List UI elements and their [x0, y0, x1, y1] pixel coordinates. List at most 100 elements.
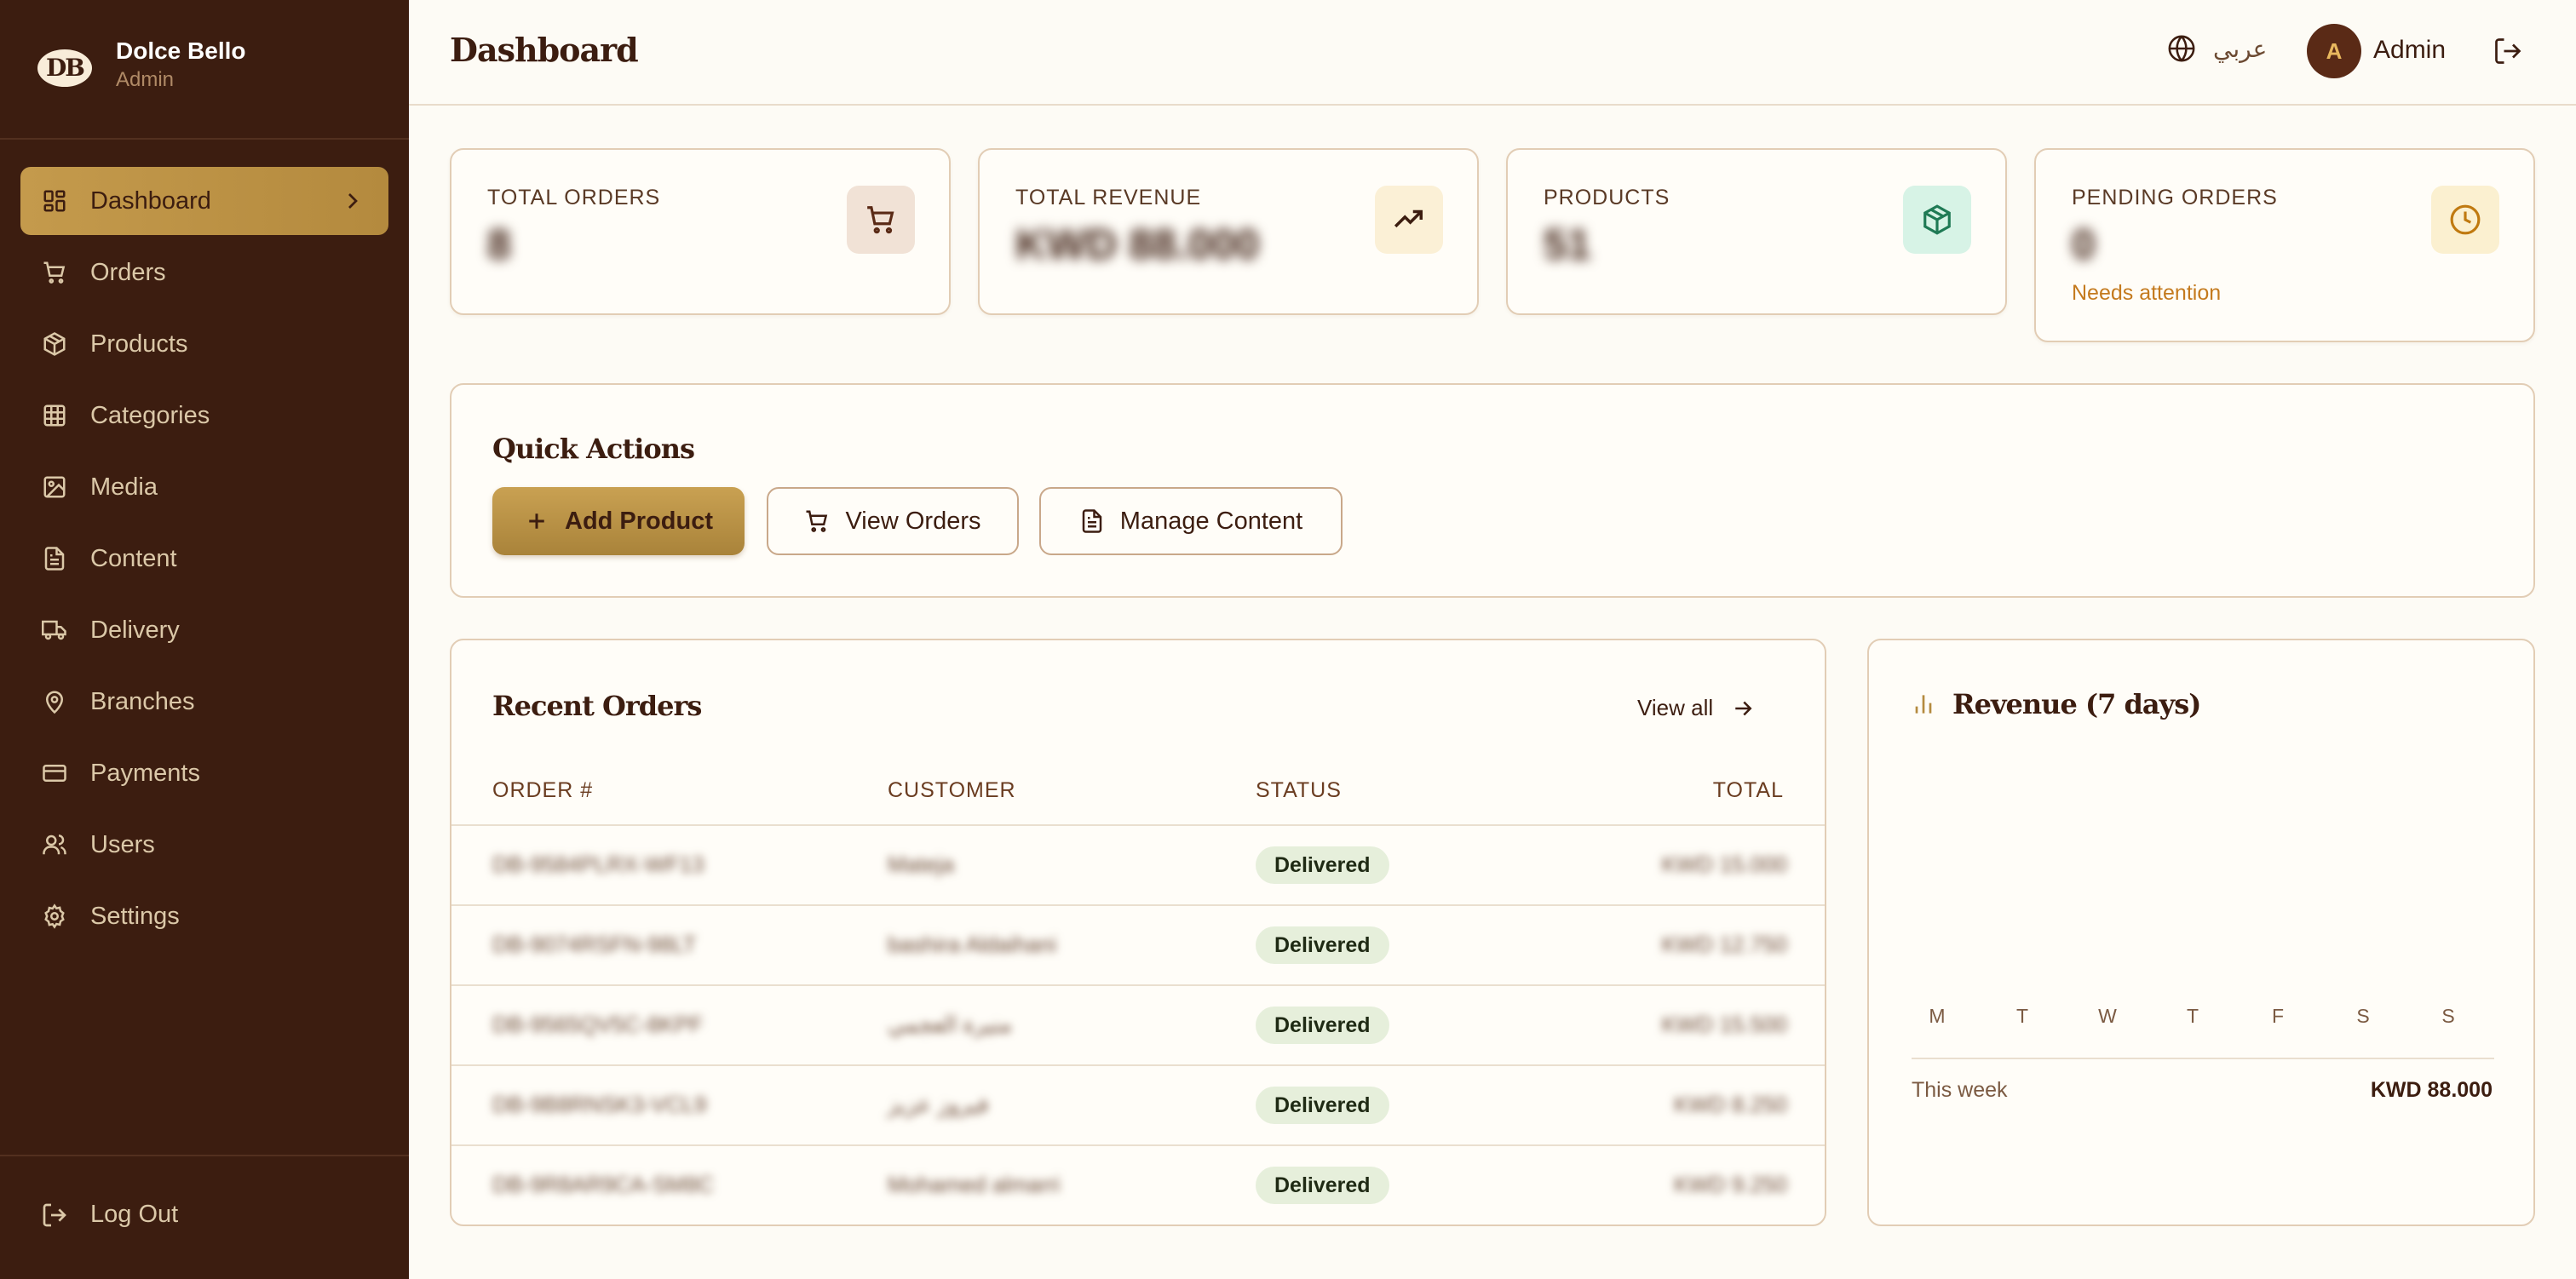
add-product-button[interactable]: Add Product: [492, 487, 745, 555]
customer-name: منيرة العجمي: [888, 1012, 1012, 1037]
document-icon: [1082, 509, 1102, 533]
sidebar-item-label: Content: [90, 544, 177, 572]
stat-card-pending-orders: PENDING ORDERS 0 Needs attention: [2034, 148, 2535, 342]
grid-icon: [41, 402, 68, 429]
order-number: DB-9565QV5C-8KPF: [492, 1012, 704, 1037]
sidebar-item-branches[interactable]: Branches: [20, 668, 388, 736]
logout-icon: [43, 1203, 66, 1226]
sidebar-item-content[interactable]: Content: [20, 525, 388, 593]
users-icon: [41, 831, 68, 858]
sidebar-item-label: Products: [90, 330, 188, 358]
image-icon: [41, 473, 68, 501]
view-orders-button[interactable]: View Orders: [767, 487, 1019, 555]
stat-icon-box: [2431, 186, 2499, 254]
quick-actions-title: Quick Actions: [492, 433, 695, 465]
week-total: KWD 88.000: [2370, 1078, 2493, 1102]
day-label: T: [2186, 1005, 2199, 1027]
day-label: M: [1929, 1005, 1946, 1027]
package-icon: [41, 330, 68, 358]
table-row[interactable]: DB-9074RSFN-98LT bashira Aldaihani Deliv…: [451, 906, 1825, 986]
user-name[interactable]: Admin: [2373, 36, 2446, 65]
logout-label: Log Out: [90, 1201, 179, 1228]
revenue-title: Revenue (7 days): [1952, 688, 2201, 720]
sidebar-item-payments[interactable]: Payments: [20, 739, 388, 807]
avatar[interactable]: A: [2307, 24, 2361, 78]
sidebar-item-label: Branches: [90, 687, 195, 715]
recent-orders-title: Recent Orders: [492, 690, 702, 722]
cart-icon: [806, 510, 828, 532]
sidebar-logout-button[interactable]: Log Out: [41, 1201, 178, 1229]
stat-note: Needs attention: [2072, 281, 2222, 305]
globe-icon: [2168, 35, 2195, 62]
sidebar-item-label: Categories: [90, 401, 210, 429]
bar-chart-icon: [1915, 695, 1932, 714]
day-label: S: [2356, 1005, 2370, 1027]
arrow-right-icon: [1735, 701, 1752, 715]
document-icon: [41, 545, 68, 572]
sidebar-item-dashboard[interactable]: Dashboard: [20, 167, 388, 235]
sidebar-item-products[interactable]: Products: [20, 310, 388, 378]
stat-label: PENDING ORDERS: [2072, 186, 2278, 209]
revenue-header: Revenue (7 days): [1910, 688, 2201, 720]
stat-card-total-orders: TOTAL ORDERS 8: [450, 148, 951, 315]
order-total: KWD 8.250: [1674, 1092, 1787, 1117]
cart-icon: [41, 259, 68, 286]
sidebar-item-media[interactable]: Media: [20, 453, 388, 521]
week-label: This week: [1912, 1078, 2008, 1102]
manage-content-button[interactable]: Manage Content: [1039, 487, 1343, 555]
stat-label: TOTAL REVENUE: [1015, 186, 1202, 209]
package-icon: [1923, 204, 1951, 235]
add-product-label: Add Product: [565, 507, 713, 535]
sidebar-item-label: Dashboard: [90, 186, 211, 215]
sidebar-item-categories[interactable]: Categories: [20, 381, 388, 450]
revenue-divider: [1912, 1058, 2494, 1059]
truck-icon: [41, 617, 68, 644]
revenue-panel: Revenue (7 days) M T W T F S S This week…: [1867, 639, 2535, 1226]
brand-name: Dolce Bello: [116, 37, 246, 64]
cart-icon: [867, 206, 894, 234]
view-all-link[interactable]: View all: [1637, 695, 1756, 721]
table-row[interactable]: DB-9584PLRX-WF13 Mateja Delivered KWD 15…: [451, 826, 1825, 906]
language-toggle[interactable]: عربي: [2167, 34, 2267, 63]
day-label: W: [2098, 1005, 2117, 1027]
stat-card-total-revenue: TOTAL REVENUE KWD 88.000: [978, 148, 1479, 315]
stat-label: PRODUCTS: [1544, 186, 1670, 209]
column-header-order: ORDER #: [492, 778, 594, 802]
stat-value: 8: [487, 221, 511, 268]
sidebar-footer: Log Out: [0, 1155, 409, 1279]
sidebar-item-users[interactable]: Users: [20, 811, 388, 879]
status-badge: Delivered: [1256, 1007, 1389, 1044]
sidebar-item-orders[interactable]: Orders: [20, 238, 388, 307]
chevron-right-icon: [348, 193, 358, 209]
status-badge: Delivered: [1256, 846, 1389, 884]
logout-icon[interactable]: [2493, 36, 2523, 66]
table-row[interactable]: DB-9565QV5C-8KPF منيرة العجمي Delivered …: [451, 986, 1825, 1066]
credit-card-icon: [41, 760, 68, 787]
column-header-total: TOTAL: [1712, 778, 1784, 802]
brand-logo: DB: [37, 49, 92, 87]
table-row[interactable]: DB-9B8RNSK3-VCL9 فيروز عزيز Delivered KW…: [451, 1066, 1825, 1146]
sidebar-item-delivery[interactable]: Delivery: [20, 596, 388, 664]
sidebar-item-settings[interactable]: Settings: [20, 882, 388, 950]
trending-up-icon: [1394, 209, 1423, 228]
dashboard-icon: [41, 187, 68, 215]
stat-card-products: PRODUCTS 51: [1506, 148, 2007, 315]
status-badge: Delivered: [1256, 1087, 1389, 1124]
brand-role: Admin: [116, 68, 175, 91]
brand: DB Dolce Bello Admin: [0, 0, 409, 140]
customer-name: Mateja: [888, 852, 955, 877]
order-number: DB-9R8AR9CA-SM8C: [492, 1172, 715, 1197]
day-label: T: [2015, 1005, 2029, 1027]
table-row[interactable]: DB-9R8AR9CA-SM8C Mohamed almarri Deliver…: [451, 1146, 1825, 1225]
quick-actions-panel: Quick Actions Add Product View Orders Ma…: [450, 383, 2535, 598]
gear-icon: [41, 903, 68, 930]
day-label: S: [2441, 1005, 2455, 1027]
page-title: Dashboard: [450, 31, 639, 69]
stat-label: TOTAL ORDERS: [487, 186, 661, 209]
sidebar-item-label: Orders: [90, 258, 166, 286]
order-total: KWD 9.250: [1674, 1172, 1787, 1197]
plus-icon: [529, 513, 544, 529]
stat-icon-box: [1375, 186, 1443, 254]
stat-icon-box: [847, 186, 915, 254]
clock-icon: [2450, 204, 2481, 235]
